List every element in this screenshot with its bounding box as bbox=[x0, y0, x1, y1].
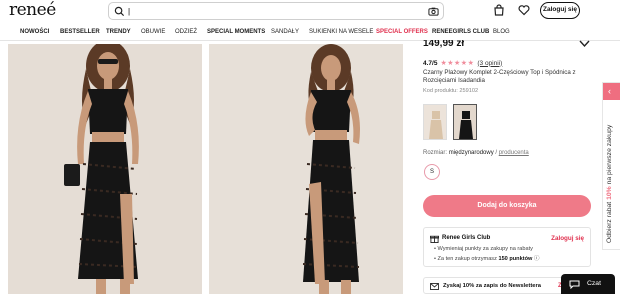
promo-text-suffix: na pierwsze zakupy bbox=[606, 124, 613, 187]
newsletter-text: Zyskaj 10% za zapis do Newslettera bbox=[443, 283, 541, 289]
header: reneé Zaloguj się bbox=[0, 0, 620, 24]
club-login-link[interactable]: Zaloguj się bbox=[551, 235, 584, 242]
nav-item-odziez[interactable]: ODZIEŻ bbox=[175, 29, 197, 35]
search-input[interactable] bbox=[128, 5, 418, 17]
add-to-cart-button[interactable]: Dodaj do koszyka bbox=[423, 195, 591, 217]
first-purchase-discount-tab[interactable]: ‹ Odbierz rabat 10% na pierwsze zakupy bbox=[602, 82, 620, 250]
club-title: Renee Girls Club bbox=[442, 235, 491, 241]
product-rating: 4.7/5 ★★★★★ (3 opinii) bbox=[423, 59, 502, 68]
reneegirls-club-box: Renee Girls Club Zaloguj się • Wymieniaj… bbox=[423, 227, 591, 267]
product-name: Czarny Plażowy Komplet 2-Częściowy Top i… bbox=[423, 69, 576, 84]
search-bar[interactable] bbox=[108, 2, 444, 20]
nav-item-sandaly[interactable]: SANDAŁY bbox=[271, 29, 299, 35]
promo-text: Odbierz rabat 10% na pierwsze zakupy bbox=[606, 125, 613, 243]
promo-toggle[interactable]: ‹ bbox=[603, 83, 620, 100]
nav-item-sukienki-na-wesele[interactable]: SUKIENKI NA WESELE bbox=[309, 29, 373, 35]
rating-value: 4.7/5 bbox=[423, 59, 438, 67]
info-icon[interactable]: ⓘ bbox=[534, 256, 540, 262]
product-price: 149,99 zł bbox=[423, 40, 465, 48]
bag-icon[interactable] bbox=[493, 4, 505, 16]
model-illustration bbox=[8, 44, 202, 294]
product-photo-front[interactable] bbox=[8, 44, 202, 294]
model-illustration bbox=[209, 44, 403, 294]
heart-icon[interactable] bbox=[518, 4, 530, 16]
club-benefit-1-text: Wymieniaj punkty za zakupy na rabaty bbox=[437, 246, 533, 252]
promo-text-prefix: Odbierz rabat bbox=[606, 199, 613, 243]
nav-item-blog[interactable]: BLOG bbox=[493, 29, 510, 35]
club-benefit-2-text: Za ten zakup otrzymasz bbox=[437, 256, 499, 262]
promo-highlight: 10% bbox=[606, 186, 613, 200]
nav-item-bestseller[interactable]: BESTSELLER bbox=[60, 29, 100, 35]
chevron-left-icon: ‹ bbox=[608, 86, 611, 96]
search-icon[interactable] bbox=[114, 6, 125, 17]
chat-icon bbox=[569, 280, 580, 289]
color-variant-beige[interactable] bbox=[423, 104, 447, 140]
size-separator: / bbox=[495, 150, 498, 156]
club-points: 150 punktów bbox=[498, 256, 533, 262]
product-photo-side[interactable] bbox=[209, 44, 403, 294]
size-option-s[interactable]: S bbox=[424, 164, 440, 180]
camera-icon[interactable] bbox=[428, 6, 439, 17]
chat-label: Czat bbox=[587, 280, 601, 287]
main-nav: NOWOŚCI BESTSELLER TRENDY OBUWIE ODZIEŻ … bbox=[0, 25, 620, 41]
nav-item-special-moments[interactable]: SPECIAL MOMENTS bbox=[207, 29, 265, 35]
chevron-down-icon[interactable] bbox=[579, 40, 590, 48]
color-variant-black[interactable] bbox=[453, 104, 477, 140]
mail-icon bbox=[430, 283, 439, 290]
size-system-international[interactable]: międzynarodowy bbox=[449, 150, 494, 156]
club-benefit-1: • Wymieniaj punkty za zakupy na rabaty bbox=[434, 246, 533, 252]
logo[interactable]: reneé bbox=[9, 0, 56, 20]
nav-item-nowosci[interactable]: NOWOŚCI bbox=[20, 29, 49, 35]
variant-thumbnail bbox=[454, 105, 476, 139]
nav-item-reneegirls-club[interactable]: RENEEGIRLS CLUB bbox=[432, 29, 489, 35]
size-label: Rozmiar: międzynarodowy / producenta bbox=[423, 150, 529, 156]
product-code: Kod produktu: 259102 bbox=[423, 88, 479, 94]
rating-stars: ★★★★★ bbox=[440, 60, 475, 67]
nav-item-special-offers[interactable]: SPECIAL OFFERS bbox=[376, 29, 428, 35]
size-label-text: Rozmiar: bbox=[423, 150, 448, 156]
size-system-producer[interactable]: producenta bbox=[499, 150, 529, 156]
chat-button[interactable]: Czat bbox=[561, 274, 615, 294]
nav-item-trendy[interactable]: TRENDY bbox=[106, 29, 131, 35]
login-button[interactable]: Zaloguj się bbox=[540, 2, 580, 19]
variant-thumbnail bbox=[424, 105, 446, 139]
gift-icon bbox=[430, 235, 439, 243]
club-benefit-2: • Za ten zakup otrzymasz 150 punktów ⓘ bbox=[434, 256, 540, 262]
nav-item-obuwie[interactable]: OBUWIE bbox=[141, 29, 165, 35]
reviews-link[interactable]: (3 opinii) bbox=[477, 60, 502, 67]
